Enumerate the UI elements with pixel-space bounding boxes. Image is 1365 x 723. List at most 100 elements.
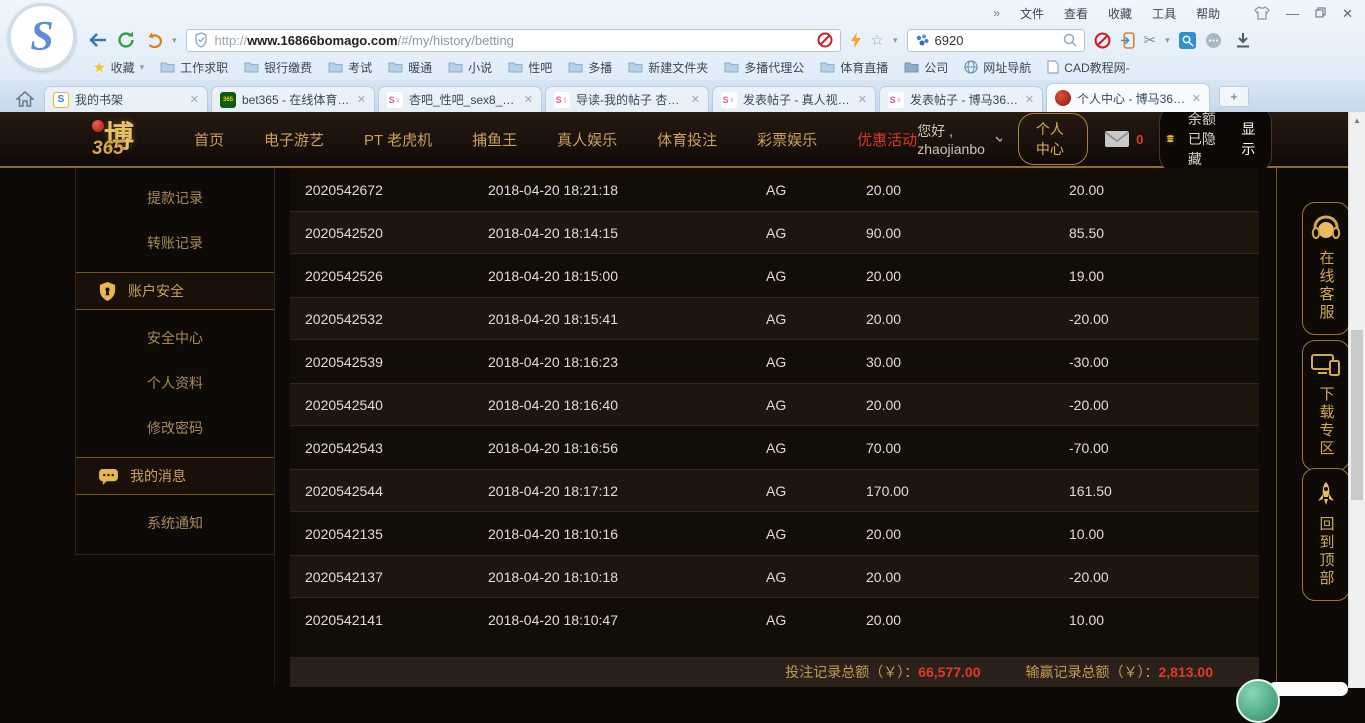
download-icon[interactable] [1235,32,1251,48]
nav-item-优惠活动[interactable]: 优惠活动 [857,129,917,150]
tab-close-icon[interactable]: ✕ [858,93,867,106]
search-input[interactable]: 6920 [935,33,1057,48]
tab-导读-我的帖子 杏吧_性[interactable]: S♀ 导读-我的帖子 杏吧_性 ✕ [545,86,709,112]
menu-item-工具[interactable]: 工具 [1152,5,1176,22]
table-row[interactable]: 2020542540 2018-04-20 18:16:40 AG 20.00 -20.… [290,383,1259,426]
table-row[interactable]: 2020542532 2018-04-20 18:15:41 AG 20.00 -20.… [290,297,1259,340]
restore-button[interactable] [1315,7,1326,20]
rail-button-回到顶部[interactable]: 回到顶部 [1302,468,1348,601]
send-to-phone-icon[interactable] [1120,31,1135,49]
table-row[interactable]: 2020542137 2018-04-20 18:10:18 AG 20.00 -20.… [290,555,1259,598]
menu-item-文件[interactable]: 文件 [1020,5,1044,22]
undo-icon[interactable] [145,32,163,48]
sidebar-item-修改密码[interactable]: 修改密码 [76,406,274,451]
table-row[interactable]: 2020542539 2018-04-20 18:16:23 AG 30.00 -30.… [290,340,1259,383]
tab-close-icon[interactable]: ✕ [1192,92,1201,105]
new-tab-button[interactable]: + [1219,86,1249,107]
user-greeting[interactable]: 您好 , zhaojianbo [917,121,1002,157]
menu-item-查看[interactable]: 查看 [1064,5,1088,22]
bookmark-多播代理公[interactable]: 多播代理公 [717,57,811,78]
tab-个人中心 - 博马365 -[interactable]: 个人中心 - 博马365 - ✕ [1046,83,1210,112]
tab-close-icon[interactable]: ✕ [1025,93,1034,106]
table-row[interactable]: 2020542520 2018-04-20 18:14:15 AG 90.00 85.5… [290,211,1259,254]
tab-发表帖子 - 博马365版[interactable]: S♀ 发表帖子 - 博马365版 ✕ [879,86,1043,112]
bookmark-小说[interactable]: 小说 [441,57,499,78]
favorite-star-icon[interactable]: ☆ [871,31,884,49]
scrollbar-up-arrow[interactable]: ▲ [1349,112,1365,128]
bookmark-多播[interactable]: 多播 [561,57,619,78]
back-icon[interactable] [88,32,108,48]
nav-item-彩票娱乐[interactable]: 彩票娱乐 [757,129,817,150]
bookmark-暖通[interactable]: 暖通 [381,57,439,78]
refresh-icon[interactable] [117,31,136,49]
tab-close-icon[interactable]: ✕ [524,93,533,106]
nav-item-真人娱乐[interactable]: 真人娱乐 [557,129,617,150]
rail-button-在线客服[interactable]: 在线客服 [1302,202,1348,335]
favorite-caret-icon[interactable]: ▾ [893,35,898,46]
sogou-browser-logo[interactable]: S [8,3,76,71]
table-row[interactable]: 2020542135 2018-04-20 18:10:16 AG 20.00 10.0… [290,512,1259,555]
nav-item-首页[interactable]: 首页 [194,129,224,150]
search-box[interactable]: 6920 [906,28,1085,52]
bookmark-工作求职[interactable]: 工作求职 [153,57,235,78]
menu-overflow-icon[interactable]: » [993,6,1000,20]
bookmark-新建文件夹[interactable]: 新建文件夹 [621,57,715,78]
menu-item-收藏[interactable]: 收藏 [1108,5,1132,22]
table-row[interactable]: 2020542141 2018-04-20 18:10:47 AG 20.00 10.0… [290,598,1259,641]
table-row[interactable]: 2020542672 2018-04-20 18:21:18 AG 20.00 20.0… [290,168,1259,211]
undo-caret-icon[interactable]: ▾ [172,35,177,46]
bookmark-网址导航[interactable]: 网址导航 [957,57,1038,78]
home-tab-button[interactable] [6,86,44,112]
close-button[interactable]: ✕ [1342,7,1353,20]
menu-item-帮助[interactable]: 帮助 [1196,5,1220,22]
site-logo[interactable]: 博 365 [78,114,170,164]
floating-widget[interactable] [1268,682,1348,696]
sidebar-item-账户安全[interactable]: 账户安全 [76,272,274,310]
sidebar-item-我的消息[interactable]: 我的消息 [76,457,274,495]
tab-发表帖子 - 真人视讯区[interactable]: S♀ 发表帖子 - 真人视讯区 ✕ [712,86,876,112]
tab-杏吧_性吧_sex8_杏吧有[interactable]: S♀ 杏吧_性吧_sex8_杏吧有 ✕ [378,86,542,112]
page-scrollbar[interactable]: ▲ [1348,112,1365,688]
bookmarks-root[interactable]: ★ 收藏 ▾ [86,57,151,78]
bookmark-银行缴费[interactable]: 银行缴费 [237,57,319,78]
sidebar-item-个人资料[interactable]: 个人资料 [76,361,274,406]
url-bar[interactable]: http://www.16866bomago.com/#/my/history/… [185,28,841,52]
more-dots-icon[interactable] [1205,32,1222,49]
sidebar-item-安全中心[interactable]: 安全中心 [76,316,274,361]
rail-button-下载专区[interactable]: 下载专区 [1302,340,1348,471]
minimize-button[interactable]: — [1286,7,1299,20]
nav-item-电子游艺[interactable]: 电子游艺 [264,129,324,150]
page-search-icon[interactable] [1178,31,1196,49]
skin-icon[interactable] [1254,6,1270,20]
customer-service-float-icon[interactable] [1236,679,1280,723]
sidebar-item-转账记录[interactable]: 转账记录 [76,221,274,266]
bookmark-公司[interactable]: 公司 [897,57,955,78]
bookmark-体育直播[interactable]: 体育直播 [813,57,895,78]
table-row[interactable]: 2020542544 2018-04-20 18:17:12 AG 170.00 161… [290,469,1259,512]
bookmark-性吧[interactable]: 性吧 [501,57,559,78]
lightning-icon[interactable] [850,32,862,48]
tab-close-icon[interactable]: ✕ [357,93,366,106]
mail-indicator[interactable]: 0 [1104,130,1143,148]
table-row[interactable]: 2020542543 2018-04-20 18:16:56 AG 70.00 -70.… [290,426,1259,469]
screenshot-scissors-icon[interactable]: ✂ [1144,33,1157,48]
search-icon[interactable] [1063,33,1077,47]
sidebar-item-提款记录[interactable]: 提款记录 [76,176,274,221]
personal-center-button[interactable]: 个人中心 [1017,113,1089,165]
table-row[interactable]: 2020542526 2018-04-20 18:15:00 AG 20.00 19.0… [290,254,1259,297]
adblock-toolbar-icon[interactable] [1094,32,1111,49]
sidebar-item-系统通知[interactable]: 系统通知 [76,501,274,546]
nav-item-捕鱼王[interactable]: 捕鱼王 [472,129,517,150]
tab-bet365 - 在线体育投注[interactable]: 365 bet365 - 在线体育投注 ✕ [211,86,375,112]
bookmark-CAD教程网-[interactable]: CAD教程网- [1040,57,1136,78]
tab-我的书架[interactable]: S 我的书架 ✕ [44,86,208,112]
bookmark-考试[interactable]: 考试 [321,57,379,78]
nav-item-体育投注[interactable]: 体育投注 [657,129,717,150]
adblock-icon[interactable] [817,32,833,48]
tab-close-icon[interactable]: ✕ [691,93,700,106]
nav-item-PT 老虎机[interactable]: PT 老虎机 [364,129,432,150]
tab-close-icon[interactable]: ✕ [190,93,199,106]
scissors-caret-icon[interactable]: ▾ [1165,35,1170,46]
show-balance-button[interactable]: 显示 [1241,119,1256,159]
scrollbar-thumb[interactable] [1351,330,1363,500]
